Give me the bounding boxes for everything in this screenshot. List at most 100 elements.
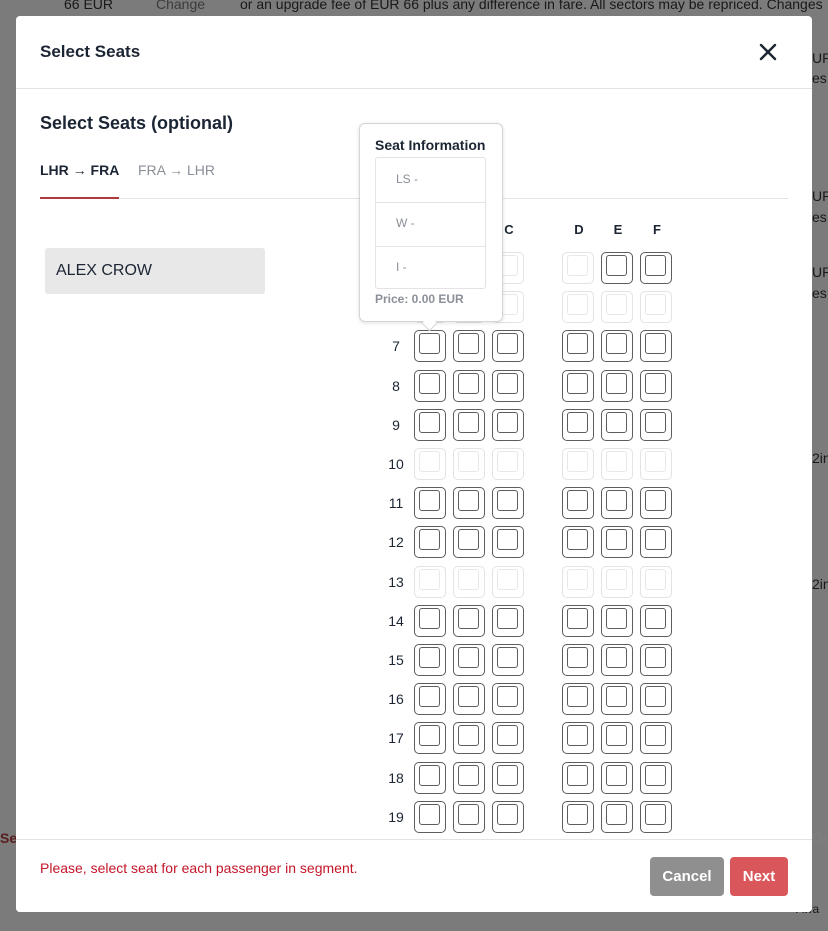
seat-8f[interactable] [640,370,672,402]
select-seats-modal: Select Seats Select Seats (optional) LHR… [16,16,812,912]
seat-18d[interactable] [562,762,594,794]
seat-19a[interactable] [414,801,446,833]
seat-15b[interactable] [453,644,485,676]
seat-8d[interactable] [562,370,594,402]
seat-7a[interactable] [414,330,446,362]
seat-11a[interactable] [414,487,446,519]
seat-info-ls: LS - [376,158,485,203]
column-e-label: E [613,222,623,237]
seat-9e[interactable] [601,409,633,441]
seat-19c[interactable] [492,801,524,833]
seat-19f[interactable] [640,801,672,833]
seat-8c[interactable] [492,370,524,402]
seat-16a[interactable] [414,683,446,715]
seat-9c[interactable] [492,409,524,441]
seat-12f[interactable] [640,526,672,558]
seat-14f[interactable] [640,605,672,637]
seat-10b [453,448,485,480]
row-number: 17 [388,730,404,746]
seat-9f[interactable] [640,409,672,441]
seat-16e[interactable] [601,683,633,715]
seat-7d[interactable] [562,330,594,362]
seat-info-price: Price: 0.00 EUR [375,292,464,306]
seat-9b[interactable] [453,409,485,441]
seat-8e[interactable] [601,370,633,402]
seat-15c[interactable] [492,644,524,676]
seat-13a [414,566,446,598]
seat-11e[interactable] [601,487,633,519]
row-number: 10 [388,456,404,472]
tab-lhr-fra[interactable]: LHR → FRA [40,162,120,199]
close-icon[interactable] [756,40,780,64]
seat-18f[interactable] [640,762,672,794]
popover-arrow [421,315,438,332]
seat-17a[interactable] [414,722,446,754]
seat-11b[interactable] [453,487,485,519]
seat-16b[interactable] [453,683,485,715]
seat-16d[interactable] [562,683,594,715]
seat-17c[interactable] [492,722,524,754]
seat-17f[interactable] [640,722,672,754]
seat-15d[interactable] [562,644,594,676]
seat-13e [601,566,633,598]
seat-7e[interactable] [601,330,633,362]
seat-10d [562,448,594,480]
seat-14a[interactable] [414,605,446,637]
seat-18b[interactable] [453,762,485,794]
seat-14d[interactable] [562,605,594,637]
seat-12a[interactable] [414,526,446,558]
next-button[interactable]: Next [730,857,788,896]
seat-12d[interactable] [562,526,594,558]
passenger-name: ALEX CROW [56,262,153,279]
tab-fra-lhr[interactable]: FRA → LHR [138,162,215,197]
seat-15f[interactable] [640,644,672,676]
seat-16c[interactable] [492,683,524,715]
seat-7f[interactable] [640,330,672,362]
seat-7b[interactable] [453,330,485,362]
seat-19b[interactable] [453,801,485,833]
seat-17e[interactable] [601,722,633,754]
seat-r0f[interactable] [640,252,672,284]
seat-9d[interactable] [562,409,594,441]
seat-8a[interactable] [414,370,446,402]
seat-11d[interactable] [562,487,594,519]
seat-16f[interactable] [640,683,672,715]
seat-info-i-text: I - [396,260,407,274]
row-number: 9 [392,417,400,433]
seat-12e[interactable] [601,526,633,558]
modal-title: Select Seats [40,42,141,61]
validation-message: Please, select seat for each passenger i… [40,860,358,876]
seat-r1f [640,291,672,323]
seat-14b[interactable] [453,605,485,637]
seat-r0e[interactable] [601,252,633,284]
seat-8b[interactable] [453,370,485,402]
seat-info-popover: Seat Information LS - W - I - Price: 0.0… [359,123,503,332]
seat-14e[interactable] [601,605,633,637]
seat-info-w-text: W - [396,216,415,230]
seat-19e[interactable] [601,801,633,833]
seat-19d[interactable] [562,801,594,833]
seat-9a[interactable] [414,409,446,441]
seat-14c[interactable] [492,605,524,637]
seat-18c[interactable] [492,762,524,794]
passenger-item[interactable]: ALEX CROW [45,248,265,294]
seat-15e[interactable] [601,644,633,676]
seat-12c[interactable] [492,526,524,558]
seat-15a[interactable] [414,644,446,676]
column-d-label: D [574,222,584,237]
seat-11f[interactable] [640,487,672,519]
seat-info-ls-text: LS - [396,172,419,186]
seat-18e[interactable] [601,762,633,794]
row-number: 19 [388,809,404,825]
seat-13c [492,566,524,598]
seat-18a[interactable] [414,762,446,794]
seat-12b[interactable] [453,526,485,558]
row-number: 8 [392,378,400,394]
seat-11c[interactable] [492,487,524,519]
cancel-button[interactable]: Cancel [650,857,724,896]
seat-17d[interactable] [562,722,594,754]
modal-footer: Please, select seat for each passenger i… [16,839,812,912]
seat-17b[interactable] [453,722,485,754]
seat-7c[interactable] [492,330,524,362]
row-number: 14 [388,613,404,629]
